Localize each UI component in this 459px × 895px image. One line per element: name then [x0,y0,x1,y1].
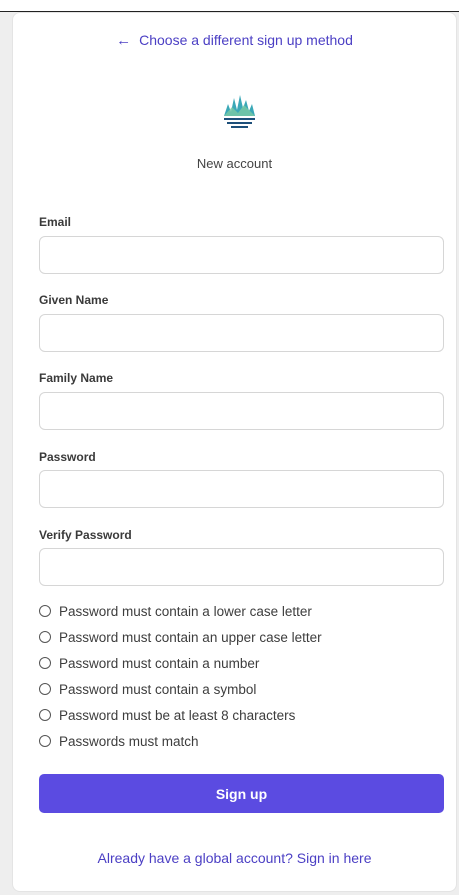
verify-password-label: Verify Password [39,528,132,542]
given-name-label: Given Name [39,293,109,307]
password-rule-text: Passwords must match [59,733,199,749]
password-rule-item: Password must contain a number [39,650,322,676]
password-rules-list: Password must contain a lower case lette… [39,598,322,754]
password-rule-item: Password must contain a lower case lette… [39,598,322,624]
energy-queensland-logo-icon [224,95,255,128]
password-rule-text: Password must be at least 8 characters [59,707,296,723]
email-input[interactable] [39,236,444,274]
unchecked-circle-icon [39,683,51,695]
password-rule-item: Password must contain a symbol [39,676,322,702]
password-rule-text: Password must contain a lower case lette… [59,603,312,619]
unchecked-circle-icon [39,657,51,669]
page-subtitle: New account [196,156,273,171]
email-label: Email [39,215,72,229]
password-rule-text: Password must contain a number [59,655,260,671]
family-name-label: Family Name [39,371,114,385]
back-link-label: Choose a different sign up method [139,32,353,48]
password-rule-text: Password must contain a symbol [59,681,257,697]
unchecked-circle-icon [39,605,51,617]
sign-up-button[interactable]: Sign up [39,774,444,813]
password-input[interactable] [39,470,444,508]
unchecked-circle-icon [39,709,51,721]
sign-in-link[interactable]: Already have a global account? Sign in h… [13,850,456,866]
unchecked-circle-icon [39,735,51,747]
given-name-input[interactable] [39,314,444,352]
password-rule-text: Password must contain an upper case lett… [59,629,322,645]
password-rule-item: Password must be at least 8 characters [39,702,322,728]
password-label: Password [39,450,96,464]
back-to-signup-methods-link[interactable]: ← Choose a different sign up method [13,31,456,50]
verify-password-input[interactable] [39,548,444,586]
unchecked-circle-icon [39,631,51,643]
password-rule-item: Passwords must match [39,728,322,754]
arrow-left-icon: ← [116,32,132,49]
family-name-input[interactable] [39,392,444,430]
password-rule-item: Password must contain an upper case lett… [39,624,322,650]
signup-card: ← Choose a different sign up method New a… [12,12,457,892]
browser-top-edge [0,0,459,12]
